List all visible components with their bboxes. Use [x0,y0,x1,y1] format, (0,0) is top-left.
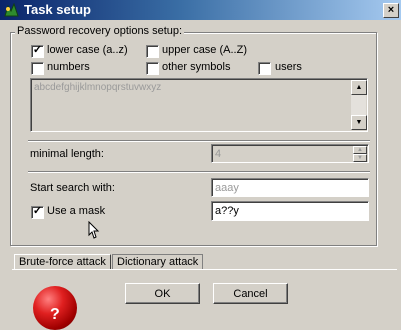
start-search-label: Start search with: [30,182,115,194]
ok-label: OK [154,288,171,300]
uppercase-checkbox[interactable] [146,45,159,58]
logo-text: ? [50,306,60,323]
check-icon: ✓ [32,205,43,217]
uppercase-label: upper case (A..Z) [162,44,247,56]
cancel-button[interactable]: Cancel [213,283,288,304]
title-bar[interactable]: Task setup × [0,0,401,20]
users-checkbox[interactable] [258,62,271,75]
app-logo: ? [33,286,77,330]
separator [28,171,370,173]
min-length-field[interactable]: 4 ▲ ▼ [211,144,369,163]
arrow-up-icon: ▲ [355,84,363,91]
charset-preview-text: abcdefghijklmnopqrstuvwxyz [34,82,162,93]
cancel-label: Cancel [233,288,268,300]
group-legend: Password recovery options setup: [15,25,185,37]
numbers-label: numbers [47,61,90,73]
spin-up-icon[interactable]: ▲ [353,146,367,154]
min-length-value: 4 [215,148,222,160]
min-length-spinner[interactable]: ▲ ▼ [353,146,367,162]
other-symbols-checkbox[interactable] [146,62,159,75]
tab-brute-force[interactable]: Brute-force attack [14,254,111,270]
mask-field[interactable]: a??y [211,201,369,221]
arrow-down-icon: ▼ [355,119,363,126]
charset-preview-box[interactable]: abcdefghijklmnopqrstuvwxyz ▲ ▼ [30,78,368,132]
check-icon: ✓ [32,44,43,56]
app-icon [4,3,19,17]
tab-brute-force-label: Brute-force attack [19,256,106,268]
close-icon: × [387,4,395,16]
scroll-down-button[interactable]: ▼ [351,115,367,130]
mask-value: a??y [215,205,239,217]
min-length-label: minimal length: [30,148,104,160]
separator [28,140,370,142]
use-mask-checkbox[interactable]: ✓ [31,205,44,219]
start-search-value: aaay [215,182,239,194]
tab-baseline [12,269,397,270]
tab-dictionary[interactable]: Dictionary attack [112,254,204,270]
users-label: users [275,61,302,73]
spin-down-icon[interactable]: ▼ [353,154,367,162]
lowercase-checkbox[interactable]: ✓ [31,44,44,58]
close-button[interactable]: × [383,3,399,18]
start-search-field[interactable]: aaay [211,178,369,197]
window-title: Task setup [24,2,91,17]
scroll-up-button[interactable]: ▲ [351,80,367,95]
tab-dictionary-label: Dictionary attack [117,256,199,268]
use-mask-label: Use a mask [47,205,106,217]
lowercase-label: lower case (a..z) [47,44,128,56]
mouse-cursor-icon [88,221,100,239]
ok-button[interactable]: OK [125,283,200,304]
numbers-checkbox[interactable] [31,62,44,75]
other-symbols-label: other symbols [162,61,231,73]
preview-scrollbar[interactable]: ▲ ▼ [351,80,367,130]
